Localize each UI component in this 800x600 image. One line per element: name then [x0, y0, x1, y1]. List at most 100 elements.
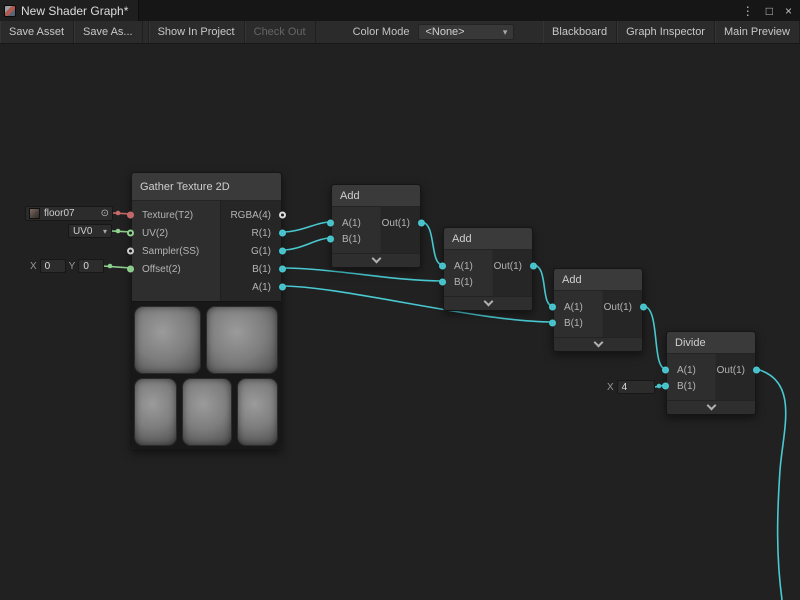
offset-x-field[interactable]: 0: [40, 259, 66, 273]
rgba-output-port[interactable]: [279, 212, 286, 219]
port-label: Texture(T2): [142, 210, 193, 221]
texture-object-field[interactable]: floor07 ⊙: [25, 206, 113, 221]
port-label: Out(1): [382, 218, 410, 229]
main-preview-button[interactable]: Main Preview: [715, 21, 800, 43]
port-row-out: Out(1): [604, 299, 642, 315]
port-label: Out(1): [604, 302, 632, 313]
save-as-button[interactable]: Save As...: [74, 21, 143, 43]
graph-inspector-button[interactable]: Graph Inspector: [617, 21, 715, 43]
port-label: A(1): [564, 302, 583, 313]
out-port[interactable]: [530, 263, 537, 270]
out-port[interactable]: [418, 220, 425, 227]
offset-x-label: X: [30, 261, 37, 272]
node-add-2[interactable]: Add A(1) B(1) Out(1): [443, 227, 533, 311]
texture-input-port[interactable]: [127, 212, 134, 219]
color-mode-dropdown[interactable]: <None> ▾: [418, 24, 514, 40]
chevron-down-icon: ▾: [103, 227, 107, 236]
save-asset-button[interactable]: Save Asset: [0, 21, 74, 43]
divide-b-value-widget: X 4: [607, 380, 655, 394]
a-input-port[interactable]: [662, 367, 669, 374]
node-body: A(1) B(1) Out(1): [554, 291, 642, 337]
node-title[interactable]: Add: [554, 269, 642, 291]
shader-graph-icon: [4, 5, 16, 17]
node-add-3[interactable]: Add A(1) B(1) Out(1): [553, 268, 643, 352]
out-port[interactable]: [640, 304, 647, 311]
a-input-port[interactable]: [327, 220, 334, 227]
color-mode-label: Color Mode: [344, 21, 419, 43]
port-row-rgba: RGBA(4): [221, 206, 281, 224]
port-row-b: B(1): [667, 378, 755, 394]
maximize-icon[interactable]: □: [766, 4, 773, 18]
port-row-a: A(1): [221, 278, 281, 296]
node-collapse-bar[interactable]: [444, 296, 532, 310]
collapse-chevron-icon: [593, 338, 603, 348]
show-in-project-button[interactable]: Show In Project: [149, 21, 245, 43]
g-output-port[interactable]: [279, 248, 286, 255]
divide-b-field[interactable]: 4: [617, 380, 655, 394]
wire-divide-out-offscreen[interactable]: [756, 369, 786, 600]
uv-channel-dropdown[interactable]: UV0 ▾: [68, 224, 112, 238]
node-title[interactable]: Gather Texture 2D: [132, 173, 281, 201]
port-label: Offset(2): [142, 264, 181, 275]
wire-add1-out-to-add2-a[interactable]: [421, 222, 443, 265]
close-icon[interactable]: ×: [785, 4, 792, 18]
port-label: B(1): [342, 234, 361, 245]
sampler-input-port[interactable]: [127, 248, 134, 255]
b-input-port[interactable]: [439, 279, 446, 286]
wire-add2-out-to-add3-a[interactable]: [533, 265, 553, 306]
a-output-port[interactable]: [279, 284, 286, 291]
object-picker-icon[interactable]: ⊙: [101, 209, 109, 219]
uv-input-port[interactable]: [127, 230, 134, 237]
node-body: Texture(T2) UV(2) Sampler(SS) Offset(2) …: [132, 201, 281, 301]
port-row-offset: Offset(2): [132, 260, 220, 278]
input-ports: Texture(T2) UV(2) Sampler(SS) Offset(2): [132, 201, 220, 301]
node-add-1[interactable]: Add A(1) B(1) Out(1): [331, 184, 421, 268]
node-collapse-bar[interactable]: [332, 253, 420, 267]
wire-r-to-add1-a[interactable]: [282, 222, 331, 232]
node-title[interactable]: Add: [444, 228, 532, 250]
port-row-out: Out(1): [494, 258, 532, 274]
node-title[interactable]: Divide: [667, 332, 755, 354]
offset-input-port[interactable]: [127, 266, 134, 273]
uv-connector-dot: [116, 229, 121, 234]
x4-connector-dot: [657, 384, 662, 389]
node-divide[interactable]: Divide A(1) B(1) Out(1): [666, 331, 756, 415]
port-row-b: B(1): [444, 274, 532, 290]
texture-name: floor07: [44, 208, 75, 219]
node-collapse-bar[interactable]: [554, 337, 642, 351]
out-port[interactable]: [753, 367, 760, 374]
wire-add3-out-to-divide-a[interactable]: [643, 306, 666, 369]
window-tab[interactable]: New Shader Graph*: [0, 0, 139, 21]
offset-y-label: Y: [69, 261, 76, 272]
r-output-port[interactable]: [279, 230, 286, 237]
b-input-port[interactable]: [662, 383, 669, 390]
port-label: A(1): [342, 218, 361, 229]
wire-g-to-add1-b[interactable]: [282, 238, 331, 250]
port-label: A(1): [252, 282, 271, 293]
port-label: UV(2): [142, 228, 168, 239]
port-row-b: B(1): [554, 315, 642, 331]
b-input-port[interactable]: [327, 236, 334, 243]
port-label: G(1): [251, 246, 271, 257]
port-label: B(1): [454, 277, 473, 288]
wire-b-to-add2-b[interactable]: [282, 268, 443, 281]
port-row-g: G(1): [221, 242, 281, 260]
offset-y-field[interactable]: 0: [78, 259, 104, 273]
node-body: A(1) B(1) Out(1): [332, 207, 420, 253]
port-row-uv: UV(2): [132, 224, 220, 242]
node-collapse-bar[interactable]: [667, 400, 755, 414]
offset-vector2-widget: X 0 Y 0: [30, 259, 104, 273]
a-input-port[interactable]: [439, 263, 446, 270]
port-label: Sampler(SS): [142, 246, 199, 257]
stone-tile: [206, 306, 278, 374]
b-output-port[interactable]: [279, 266, 286, 273]
uv-channel-value: UV0: [73, 226, 92, 237]
window-title: New Shader Graph*: [21, 4, 128, 18]
b-input-port[interactable]: [549, 320, 556, 327]
node-gather-texture-2d[interactable]: Gather Texture 2D Texture(T2) UV(2) Samp…: [131, 172, 282, 450]
stone-tile: [182, 378, 232, 446]
window-menu-icon[interactable]: ⋮: [742, 4, 754, 18]
blackboard-button[interactable]: Blackboard: [543, 21, 617, 43]
a-input-port[interactable]: [549, 304, 556, 311]
node-title[interactable]: Add: [332, 185, 420, 207]
